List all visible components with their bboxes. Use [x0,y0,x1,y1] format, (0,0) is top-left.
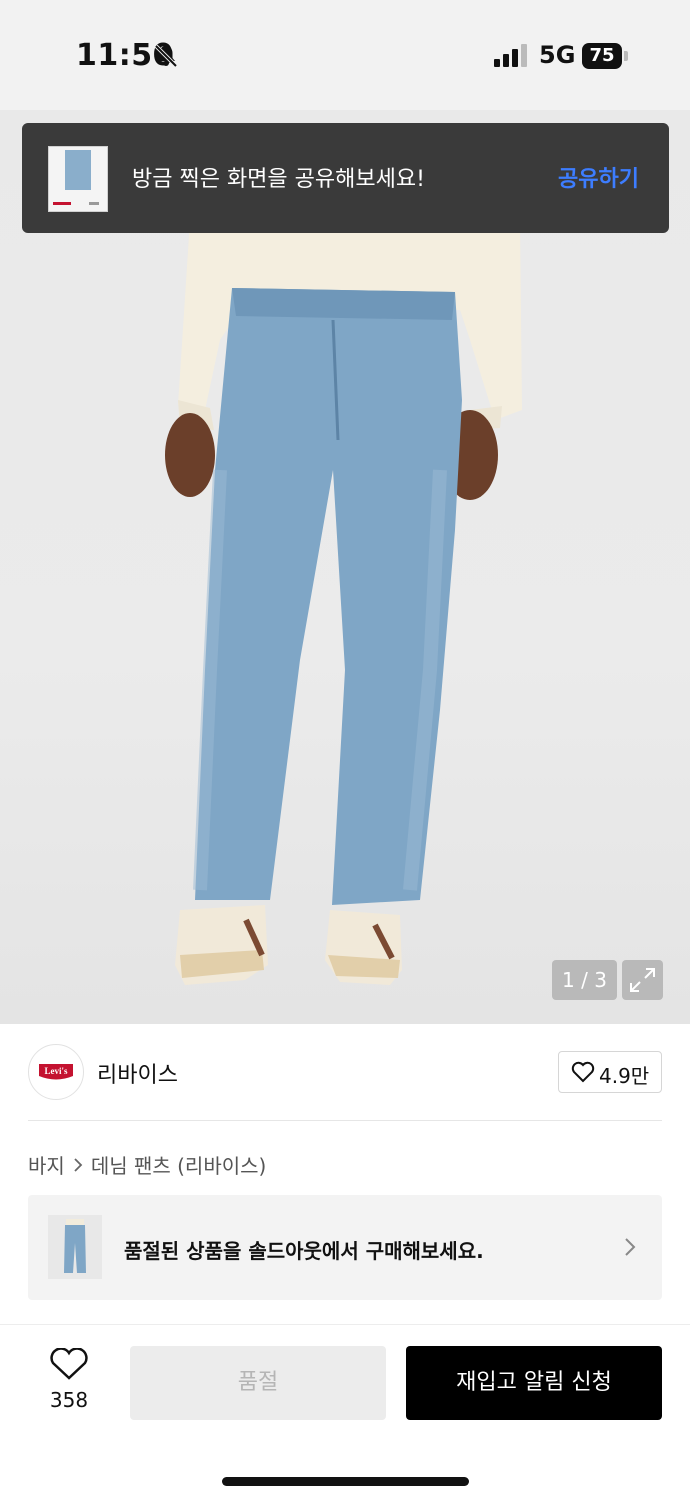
wishlist-button[interactable] [48,1347,90,1386]
battery-level: 75 [582,43,622,69]
soldout-button: 품절 [130,1346,386,1420]
brand-name[interactable]: 리바이스 [97,1057,178,1089]
screenshot-thumbnail [48,146,108,212]
chevron-right-icon [625,1238,636,1256]
restock-alert-button[interactable]: 재입고 알림 신청 [406,1346,662,1420]
product-photo [165,220,522,985]
wishlist-count: 358 [49,1388,89,1412]
product-image-gallery[interactable]: 1 / 3 [0,110,690,1024]
image-counter: 1 / 3 [552,960,617,1000]
soldout-marketplace-banner[interactable]: 품절된 상품을 솔드아웃에서 구매해보세요. [28,1195,662,1300]
chevron-right-icon [74,1157,83,1172]
heart-icon [571,1061,595,1083]
battery-icon: 75 [582,43,628,69]
brand-like-count: 4.9만 [599,1064,650,1088]
banner-thumbnail [48,1215,102,1279]
brand-like-button[interactable]: 4.9만 [558,1051,662,1093]
share-screenshot-toast: 방금 찍은 화면을 공유해보세요! 공유하기 [22,123,669,233]
silent-bell-icon [154,44,178,68]
svg-text:Levi's: Levi's [44,1066,67,1076]
expand-image-button[interactable] [622,960,663,1000]
divider [0,1324,690,1325]
brand-logo[interactable]: Levi's [28,1044,84,1100]
expand-icon [630,968,655,992]
divider [28,1120,662,1121]
breadcrumb: 바지 데님 팬츠 (리바이스) [28,1150,266,1179]
cell-signal-icon [494,44,527,67]
share-button[interactable]: 공유하기 [558,161,639,193]
breadcrumb-item[interactable]: 바지 [28,1150,65,1179]
status-bar: 11:50 5G 75 [0,0,690,110]
home-indicator[interactable] [222,1477,469,1486]
toast-message: 방금 찍은 화면을 공유해보세요! [132,167,425,192]
network-type: 5G [539,41,576,69]
heart-icon [50,1347,88,1380]
breadcrumb-item[interactable]: 데님 팬츠 (리바이스) [91,1150,267,1179]
banner-text: 품절된 상품을 솔드아웃에서 구매해보세요. [124,1239,484,1263]
